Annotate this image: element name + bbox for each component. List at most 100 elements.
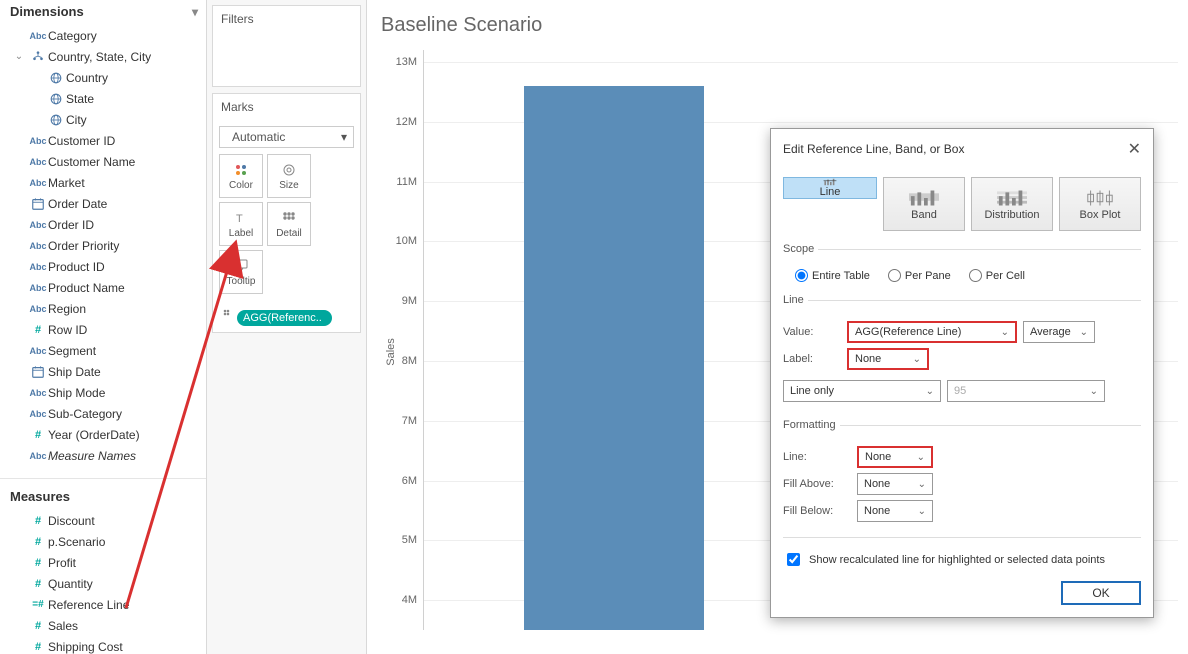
abc-icon: Abc xyxy=(28,283,48,293)
dimension-country[interactable]: Country xyxy=(0,67,206,88)
globe-icon xyxy=(46,92,66,106)
label-button[interactable]: T Label xyxy=(219,202,263,246)
marks-card: Marks Automatic ▾ Color Si xyxy=(212,93,361,333)
dimension-year-orderdate-[interactable]: #Year (OrderDate) xyxy=(0,424,206,445)
fill-above-select[interactable]: None⌄ xyxy=(857,473,933,495)
dimension-region[interactable]: AbcRegion xyxy=(0,298,206,319)
chevron-down-icon: ⌄ xyxy=(1090,386,1098,397)
y-tick: 6M xyxy=(402,475,417,487)
measure-discount[interactable]: #Discount xyxy=(0,510,206,531)
size-button[interactable]: Size xyxy=(267,154,311,198)
tab-boxplot[interactable]: Box Plot xyxy=(1059,177,1141,231)
y-tick: 5M xyxy=(402,534,417,546)
y-tick: 11M xyxy=(396,176,417,188)
dimensions-toolbar: ▾ xyxy=(180,5,198,19)
marks-title: Marks xyxy=(213,94,360,120)
dimension-customer-name[interactable]: AbcCustomer Name xyxy=(0,151,206,172)
value-field-select[interactable]: AGG(Reference Line)⌄ xyxy=(847,321,1017,343)
dimension-sub-category[interactable]: AbcSub-Category xyxy=(0,403,206,424)
dimension-state[interactable]: State xyxy=(0,88,206,109)
scope-per-pane[interactable]: Per Pane xyxy=(888,269,951,282)
mark-type-label: Automatic xyxy=(232,130,285,144)
fmt-line-select[interactable]: None⌄ xyxy=(857,446,933,468)
dialog-title: Edit Reference Line, Band, or Box xyxy=(783,142,964,156)
color-button[interactable]: Color xyxy=(219,154,263,198)
measure-quantity[interactable]: #Quantity xyxy=(0,573,206,594)
y-tick: 13M xyxy=(396,56,417,68)
dimension-order-priority[interactable]: AbcOrder Priority xyxy=(0,235,206,256)
dimension-row-id[interactable]: #Row ID xyxy=(0,319,206,340)
dimension-product-id[interactable]: AbcProduct ID xyxy=(0,256,206,277)
lineonly-select[interactable]: Line only⌄ xyxy=(783,380,941,402)
dimension-customer-id[interactable]: AbcCustomer ID xyxy=(0,130,206,151)
chevron-down-icon: ▾ xyxy=(341,130,347,144)
y-tick: 9M xyxy=(402,295,417,307)
dimension-product-name[interactable]: AbcProduct Name xyxy=(0,277,206,298)
abc-icon: Abc xyxy=(28,241,48,251)
measure-p-scenario[interactable]: #p.Scenario xyxy=(0,531,206,552)
filters-card: Filters xyxy=(212,5,361,87)
hash-icon: # xyxy=(28,536,48,548)
hash-icon: # xyxy=(28,429,48,441)
abc-icon: Abc xyxy=(28,451,48,461)
dimension-market[interactable]: AbcMarket xyxy=(0,172,206,193)
tab-band[interactable]: Band xyxy=(883,177,965,231)
measure-shipping-cost[interactable]: #Shipping Cost xyxy=(0,636,206,654)
measures-title: Measures xyxy=(10,489,70,504)
tab-distribution[interactable]: Distribution xyxy=(971,177,1053,231)
chevron-down-icon: ⌄ xyxy=(1001,327,1009,338)
detail-button[interactable]: Detail xyxy=(267,202,311,246)
dimensions-title: Dimensions xyxy=(10,4,84,19)
dimension-category[interactable]: AbcCategory xyxy=(0,25,206,46)
close-icon[interactable]: ✕ xyxy=(1128,139,1141,159)
svg-text:T: T xyxy=(236,213,243,225)
measure-reference-line[interactable]: =#Reference Line xyxy=(0,594,206,615)
tooltip-button[interactable]: Tooltip xyxy=(219,250,263,294)
abc-icon: Abc xyxy=(28,346,48,356)
recalc-checkbox[interactable]: Show recalculated line for highlighted o… xyxy=(783,550,1141,569)
dimensions-list: AbcCategory⌄Country, State, CityCountryS… xyxy=(0,25,206,472)
measure-profit[interactable]: #Profit xyxy=(0,552,206,573)
abc-icon: Abc xyxy=(28,304,48,314)
y-tick: 10M xyxy=(396,235,417,247)
y-axis-label: Sales xyxy=(385,338,397,366)
value-agg-select[interactable]: Average⌄ xyxy=(1023,321,1095,343)
scope-per-cell[interactable]: Per Cell xyxy=(969,269,1025,282)
formatting-section: Formatting Line: None⌄ Fill Above: None⌄… xyxy=(783,419,1141,527)
y-axis: Sales 4M5M6M7M8M9M10M11M12M13M xyxy=(377,50,423,654)
bar-mark[interactable] xyxy=(524,86,704,630)
hash-icon: # xyxy=(28,557,48,569)
dimension-ship-date[interactable]: Ship Date xyxy=(0,361,206,382)
label-select[interactable]: None⌄ xyxy=(847,348,929,370)
dimension-order-id[interactable]: AbcOrder ID xyxy=(0,214,206,235)
hasheq-icon: =# xyxy=(28,599,48,610)
dimension-ship-mode[interactable]: AbcShip Mode xyxy=(0,382,206,403)
cards-column: Filters Marks Automatic ▾ Color xyxy=(207,0,367,654)
scope-section: Scope Entire Table Per Pane Per Cell xyxy=(783,243,1141,282)
chevron-down-icon: ⌄ xyxy=(926,386,934,397)
chevron-down-icon: ⌄ xyxy=(913,354,921,365)
dimension-measure-names[interactable]: AbcMeasure Names xyxy=(0,445,206,466)
abc-icon: Abc xyxy=(28,220,48,230)
menu-dropdown-icon[interactable]: ▾ xyxy=(192,5,198,19)
confidence-select[interactable]: 95⌄ xyxy=(947,380,1105,402)
dimension-segment[interactable]: AbcSegment xyxy=(0,340,206,361)
dimension-city[interactable]: City xyxy=(0,109,206,130)
hash-icon: # xyxy=(28,578,48,590)
dimension-order-date[interactable]: Order Date xyxy=(0,193,206,214)
filters-title: Filters xyxy=(213,6,360,32)
viz-title: Baseline Scenario xyxy=(381,14,542,37)
hash-icon: # xyxy=(28,515,48,527)
abc-icon: Abc xyxy=(28,178,48,188)
measure-sales[interactable]: #Sales xyxy=(0,615,206,636)
fill-below-select[interactable]: None⌄ xyxy=(857,500,933,522)
scope-entire-table[interactable]: Entire Table xyxy=(795,269,870,282)
marks-pill-agg-reference[interactable]: AGG(Referenc.. xyxy=(237,310,332,326)
ok-button[interactable]: OK xyxy=(1061,581,1141,605)
dimension-country-state-city[interactable]: ⌄Country, State, City xyxy=(0,46,206,67)
tab-line[interactable]: Line xyxy=(783,177,877,199)
y-tick: 4M xyxy=(402,594,417,606)
line-section: Line Value: AGG(Reference Line)⌄ Average… xyxy=(783,294,1141,407)
y-tick: 8M xyxy=(402,355,417,367)
mark-type-select[interactable]: Automatic ▾ xyxy=(219,126,354,148)
